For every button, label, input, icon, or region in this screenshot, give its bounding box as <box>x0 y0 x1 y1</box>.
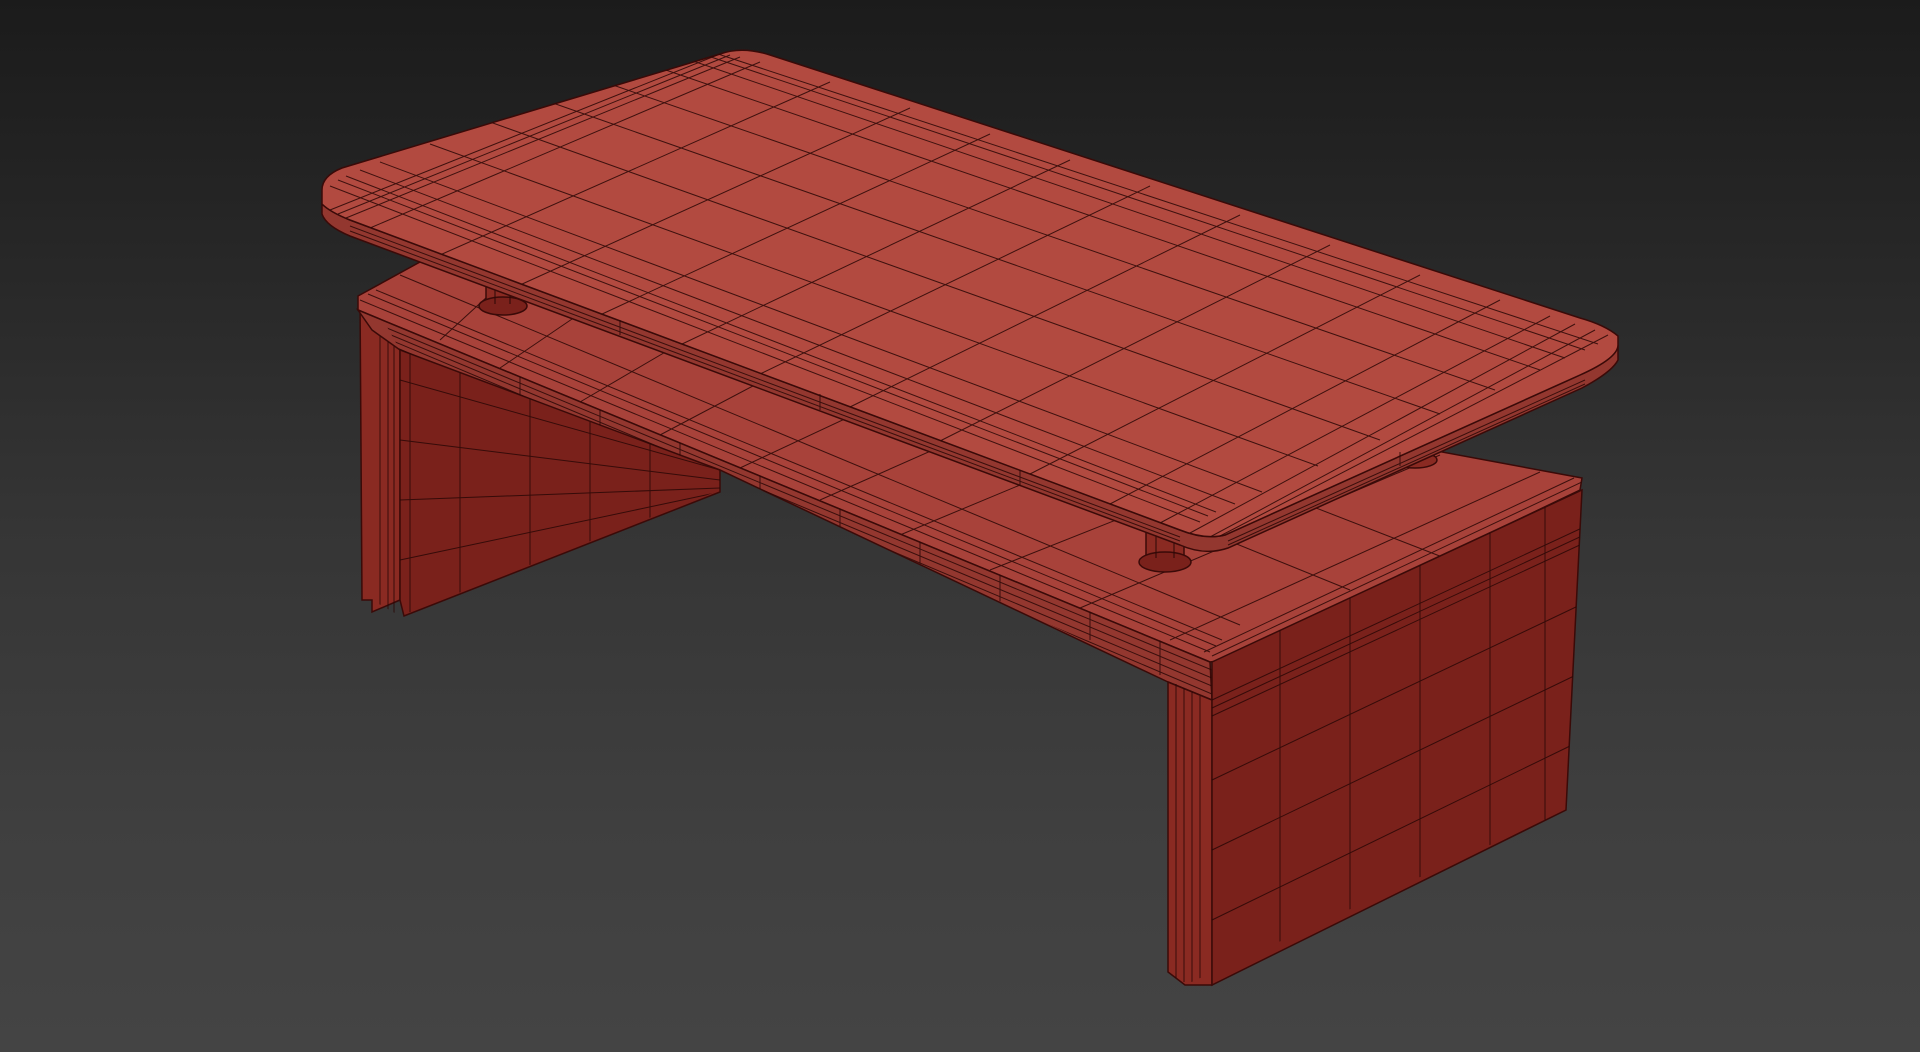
coffee-table-wireframe-model[interactable] <box>0 0 1920 1052</box>
3d-viewport[interactable] <box>0 0 1920 1052</box>
